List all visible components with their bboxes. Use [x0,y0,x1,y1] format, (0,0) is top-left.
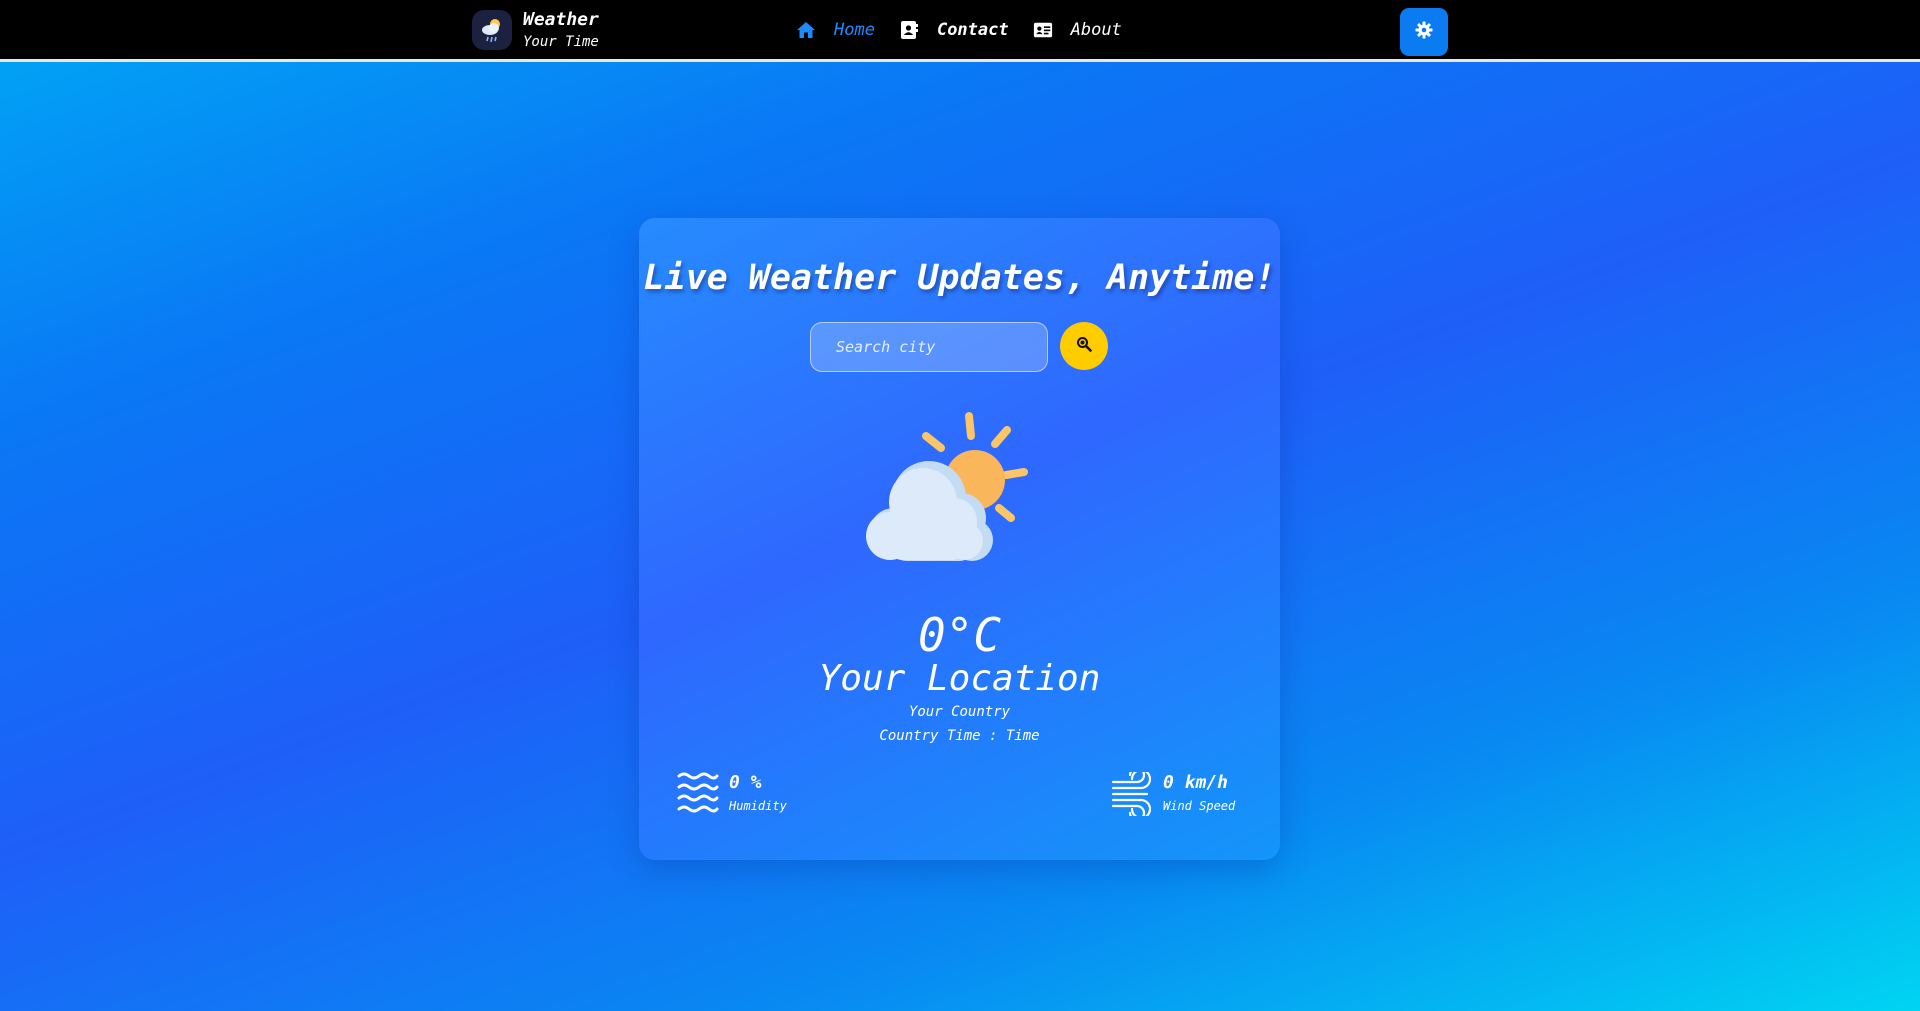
brand[interactable]: Weather Your Time [472,9,599,51]
id-card-icon [1033,20,1053,40]
home-icon [796,20,816,40]
wind-stat: 0 km/h Wind Speed [1111,766,1236,822]
search-input[interactable] [810,322,1048,372]
humidity-stat: 0 % Humidity [677,772,787,816]
search-icon [1076,336,1092,356]
location-name: Your Location [818,658,1101,699]
nav-item-label: Home [834,20,875,40]
nav-item-contact[interactable]: Contact [899,20,1009,40]
wind-speed-label: Wind Speed [1163,799,1236,813]
search-button[interactable] [1060,322,1108,370]
partly-cloudy-icon [854,408,1064,582]
humidity-label: Humidity [729,799,787,813]
gear-icon [1415,21,1433,43]
country-time: Country Time : Time [879,728,1040,744]
humidity-value: 0 % [729,772,762,793]
nav-item-home[interactable]: Home [796,20,875,40]
wind-speed-value: 0 km/h [1163,772,1229,793]
brand-subtitle: Your Time [523,33,599,50]
weather-logo-icon [472,10,512,51]
settings-button[interactable] [1400,8,1448,56]
brand-title: Weather [523,9,599,30]
temperature: 0°C [917,608,1002,662]
country-name: Your Country [908,704,1011,720]
headline: Live Weather Updates, Anytime! [643,258,1276,298]
waves-icon [677,772,719,816]
navbar: Weather Your Time Home Contact About [0,0,1920,62]
contact-book-icon [899,20,919,40]
weather-card: Live Weather Updates, Anytime! Search ci… [639,218,1280,860]
nav-item-about[interactable]: About [1033,20,1122,40]
main-nav: Home Contact About [796,20,1146,40]
nav-item-label: About [1070,20,1122,40]
nav-item-label: Contact [936,20,1009,40]
wind-icon [1111,766,1153,822]
